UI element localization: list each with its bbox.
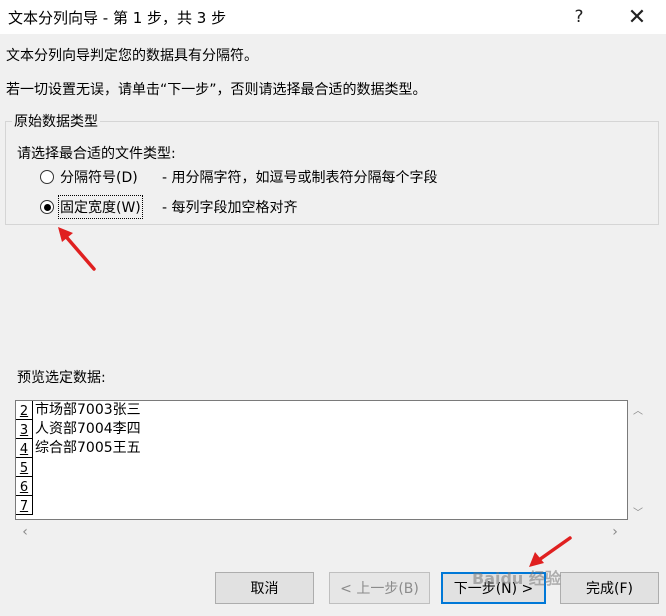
finish-button[interactable]: 完成(F) [560,572,659,604]
cancel-button[interactable]: 取消 [215,572,314,604]
preview-line-text: 人资部7004李四 [35,421,141,437]
radio-button-delimited[interactable] [40,170,54,184]
help-icon: ? [574,7,584,27]
title-bar: 文本分列向导 - 第 1 步，共 3 步 ? ✕ [0,0,666,34]
window-title: 文本分列向导 - 第 1 步，共 3 步 [8,9,227,27]
scroll-up-icon[interactable]: ︿ [630,402,646,417]
radio-description-fixed-width: - 每列字段加空格对齐 [162,200,298,216]
watermark: Baidu 经验 [472,569,561,588]
back-button[interactable]: < 上一步(B) [329,572,430,604]
preview-row: 7 [16,496,627,515]
preview-row: 6 [16,477,627,496]
help-button[interactable]: ? [556,0,602,34]
scroll-left-icon[interactable]: ‹ [17,524,33,540]
preview-line-number: 7 [16,496,33,515]
radio-delimited[interactable]: 分隔符号(D) - 用分隔字符，如逗号或制表符分隔每个字段 [40,166,438,188]
radio-label-delimited[interactable]: 分隔符号(D) [60,167,138,187]
preview-label: 预览选定数据: [17,370,106,386]
preview-data-box[interactable]: 2 市场部7003张三 3 人资部7004李四 4 综合部7005王五 5 6 … [15,400,628,520]
preview-row: 5 [16,458,627,477]
radio-button-fixed-width[interactable] [40,200,54,214]
scroll-right-icon[interactable]: › [607,524,623,540]
radio-label-fixed-width[interactable]: 固定宽度(W) [58,195,143,219]
annotation-arrow-icon [58,227,96,271]
file-type-prompt: 请选择最合适的文件类型: [17,146,176,162]
preview-line-number: 5 [16,458,33,477]
preview-row: 2 市场部7003张三 [16,401,627,420]
radio-fixed-width[interactable]: 固定宽度(W) - 每列字段加空格对齐 [40,195,298,219]
preview-line-number: 6 [16,477,33,496]
scroll-down-icon[interactable]: ﹀ [630,504,646,519]
close-button[interactable]: ✕ [614,0,660,34]
intro-line-2: 若一切设置无误，请单击“下一步”，否则请选择最合适的数据类型。 [6,82,427,98]
preview-line-text: 综合部7005王五 [35,440,141,456]
intro-line-1: 文本分列向导判定您的数据具有分隔符。 [6,48,258,64]
preview-row: 3 人资部7004李四 [16,420,627,439]
preview-line-text: 市场部7003张三 [35,402,141,418]
preview-line-number: 3 [16,420,33,439]
group-legend: 原始数据类型 [12,111,100,131]
preview-row: 4 综合部7005王五 [16,439,627,458]
preview-line-number: 2 [16,401,33,420]
radio-description-delimited: - 用分隔字符，如逗号或制表符分隔每个字段 [162,170,438,186]
preview-line-number: 4 [16,439,33,458]
close-icon: ✕ [627,4,647,30]
